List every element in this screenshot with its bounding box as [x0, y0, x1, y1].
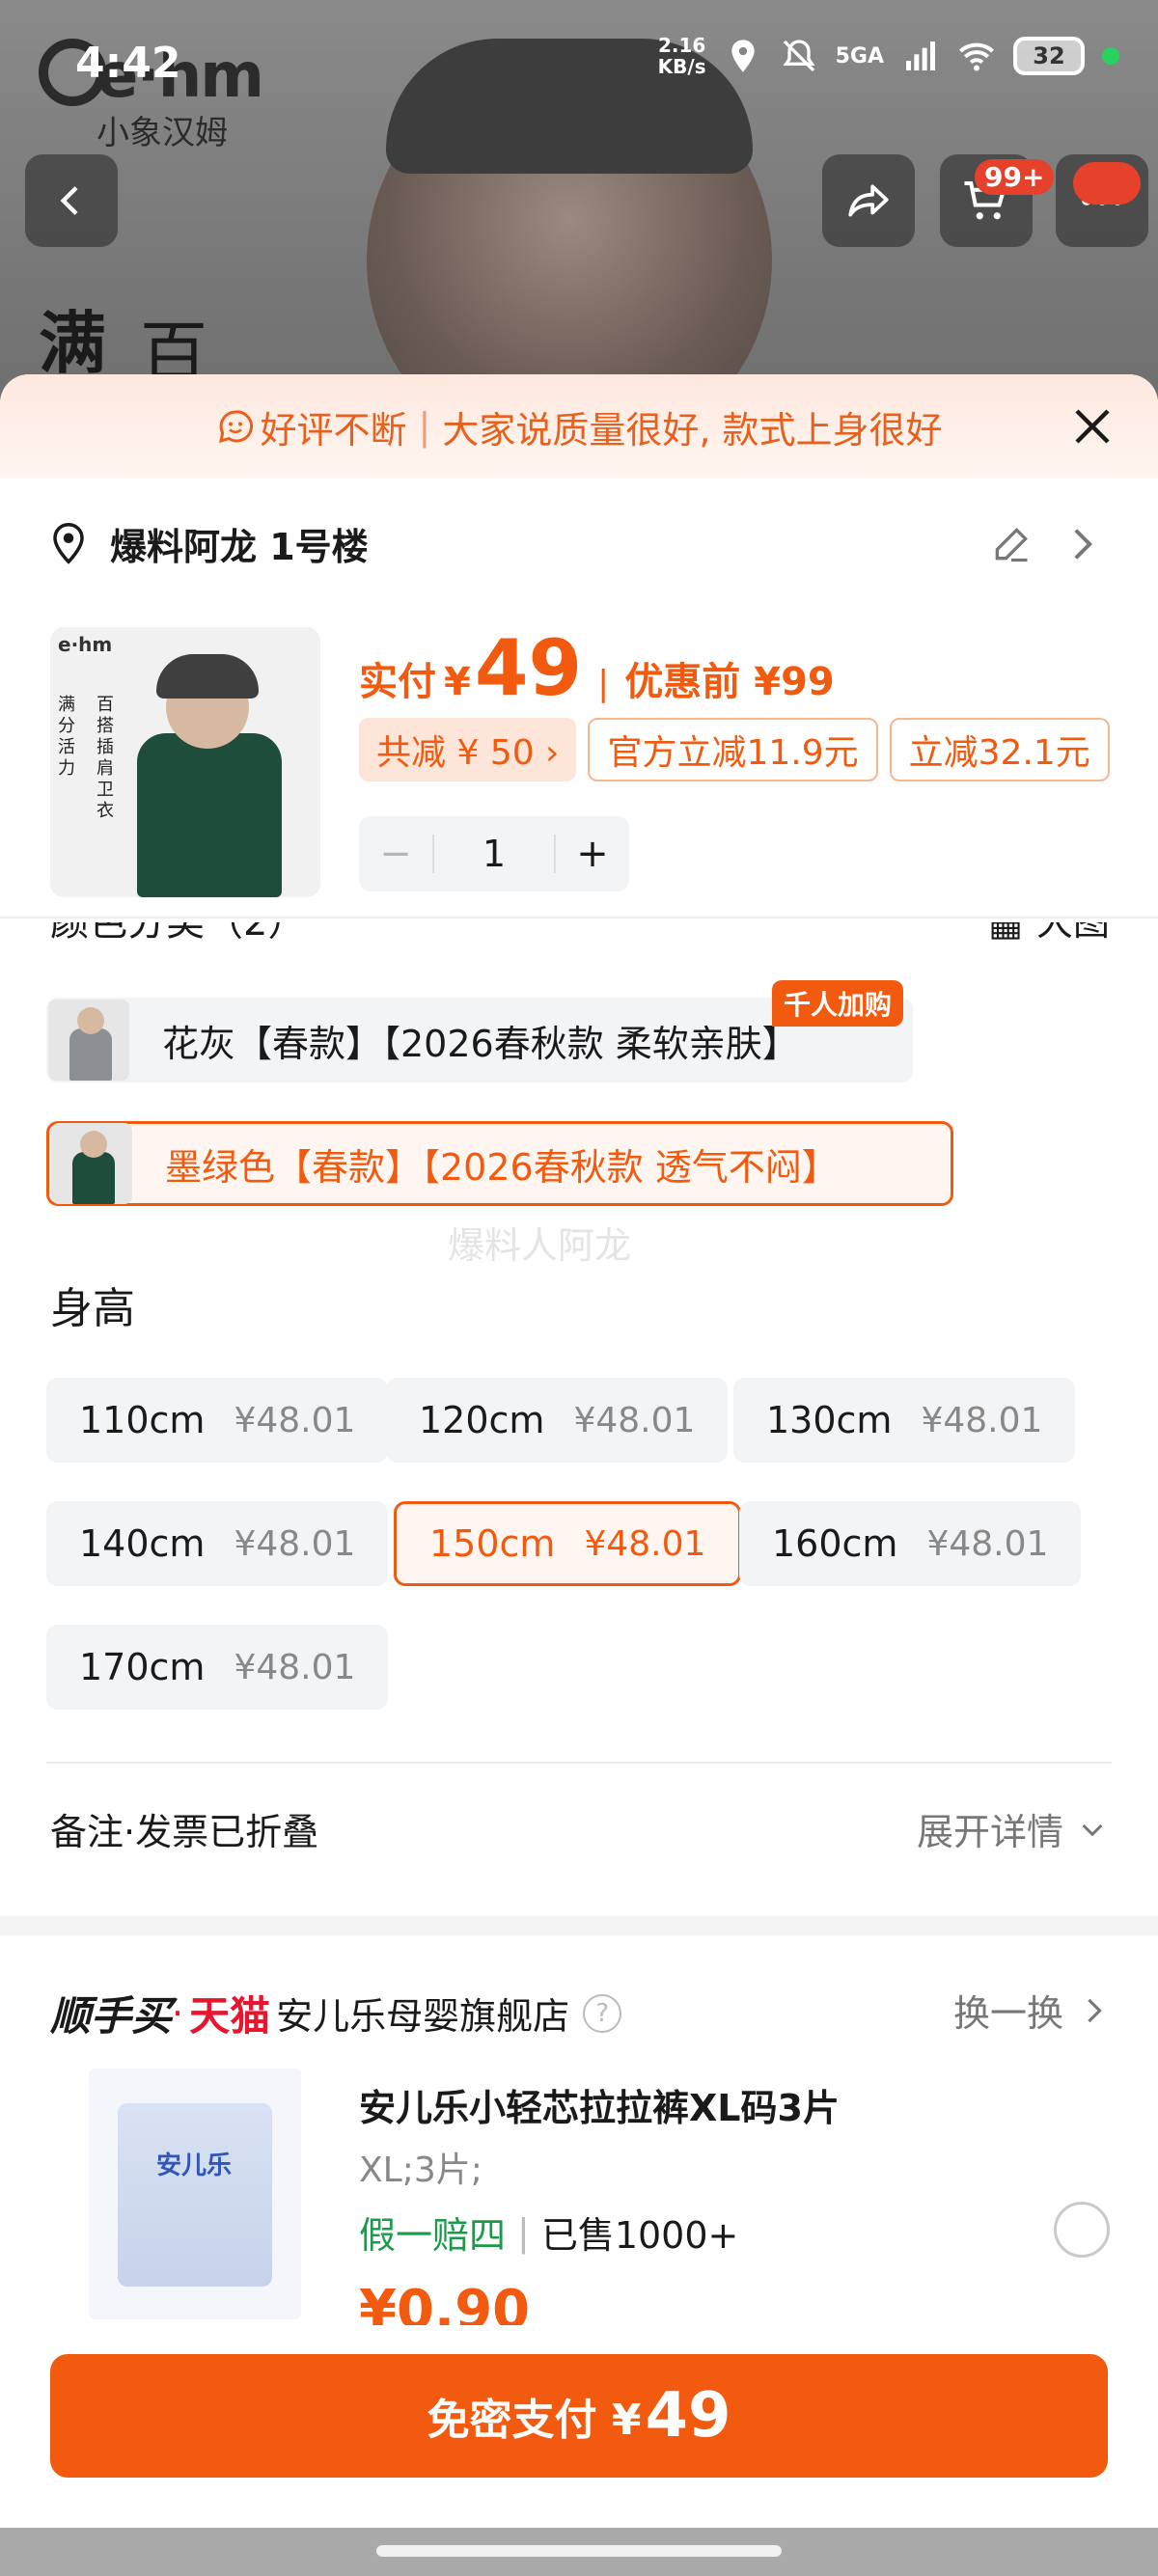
guarantee-tag: 假一赔四	[359, 2214, 507, 2257]
section-divider	[46, 1762, 1112, 1764]
message-badge	[1073, 162, 1141, 205]
sold-count: 已售1000+	[540, 2214, 739, 2257]
chevron-down-icon	[1082, 1823, 1103, 1836]
swap-label: 换一换	[952, 1992, 1063, 2035]
wifi-icon	[959, 42, 994, 71]
signal-label: 5GA	[835, 43, 884, 69]
thumb-logo: e·hm	[58, 633, 113, 656]
discount-instant-chip: 立减32.1元	[889, 718, 1110, 781]
add-on-product-name[interactable]: 安儿乐小轻芯拉拉裤XL码3片	[359, 2078, 840, 2131]
memo-label: 备注·发票已折叠	[50, 1811, 319, 1853]
quantity-value[interactable]: 1	[432, 835, 556, 873]
quantity-stepper: − 1 +	[359, 816, 629, 891]
big-image-toggle[interactable]: ▦ 大图	[988, 922, 1110, 942]
status-bar: 4:42 2.16 KB/s 5GA 32	[0, 0, 1158, 135]
color-thumb	[51, 1123, 132, 1204]
home-indicator[interactable]	[376, 2545, 782, 2557]
net-speed: 2.16 KB/s	[657, 34, 706, 78]
decrease-button[interactable]: −	[359, 832, 432, 876]
pay-button[interactable]: 免密支付 ¥ 49	[50, 2354, 1108, 2478]
cart-badge: 99+	[975, 159, 1055, 195]
discount-chips: 共减 ¥ 50 › 官方立减11.9元 立减32.1元	[359, 718, 1110, 781]
brand-dot: ·	[172, 1991, 184, 2035]
height-option-140[interactable]: 140cm ¥48.01	[46, 1501, 389, 1586]
banner-left-text: 好评不断	[260, 408, 407, 452]
price-row: 实付 ¥ 49 | 优惠前 ¥99	[359, 623, 835, 713]
pay-amount: 49	[645, 2380, 731, 2452]
tmall-label: 天猫	[189, 1992, 271, 2040]
edit-icon[interactable]	[990, 523, 1033, 565]
thumb-tag-2: 满分活力	[58, 695, 75, 779]
height-option-110[interactable]: 110cm ¥48.01	[46, 1378, 389, 1463]
banner-right-text: 大家说质量很好, 款式上身很好	[442, 408, 943, 452]
share-icon	[848, 184, 889, 217]
shop-name[interactable]: 安儿乐母婴旗舰店	[276, 1987, 569, 2040]
height-option-120[interactable]: 120cm ¥48.01	[386, 1378, 729, 1463]
add-on-product-price: ¥0.90	[359, 2279, 531, 2325]
hot-badge: 千人加购	[772, 980, 904, 1027]
color-section-title: 颜色分类（2）	[50, 922, 306, 942]
expand-details-button[interactable]: 展开详情	[917, 1802, 1108, 1855]
banner-separator: |	[418, 405, 431, 448]
back-button[interactable]	[25, 154, 118, 247]
price-label: 实付	[359, 660, 436, 704]
battery-indicator: 32	[1013, 37, 1085, 75]
pack-label: 安儿乐	[156, 2151, 233, 2180]
status-time: 4:42	[75, 39, 181, 88]
height-option-150[interactable]: 150cm ¥48.01	[394, 1501, 742, 1586]
tag-separator: |	[517, 2210, 530, 2254]
add-on-product-tags: 假一赔四 | 已售1000+	[359, 2206, 738, 2259]
color-option-green[interactable]: 墨绿色【春款】【2026春秋款 透气不闷】	[46, 1121, 953, 1206]
increase-button[interactable]: +	[556, 832, 629, 876]
height-option-130[interactable]: 130cm ¥48.01	[733, 1378, 1076, 1463]
mute-icon	[783, 40, 815, 72]
original-price: 优惠前 ¥99	[624, 660, 835, 704]
color-option-label: 花灰【春款】【2026春秋款 柔软亲肤】	[162, 1022, 799, 1065]
height-option-170[interactable]: 170cm ¥48.01	[46, 1625, 389, 1710]
address-row[interactable]: 爆料阿龙 1号楼	[48, 509, 1110, 577]
thumb-tag-1: 百搭插肩卫衣	[96, 695, 114, 821]
smile-chat-icon	[218, 410, 253, 444]
price-amount: 49	[474, 623, 583, 713]
chevron-right-icon	[1088, 1998, 1102, 2022]
add-on-product-spec: XL;3片;	[359, 2151, 482, 2190]
section-gap	[0, 1916, 1158, 1935]
swap-button[interactable]: 换一换	[953, 1984, 1108, 2037]
color-option-label: 墨绿色【春款】【2026春秋款 透气不闷】	[165, 1145, 839, 1189]
watermark: 爆料人阿龙	[448, 1224, 632, 1267]
status-dot	[1102, 47, 1119, 65]
close-icon[interactable]	[1069, 403, 1116, 450]
discount-total-chip[interactable]: 共减 ¥ 50 ›	[359, 718, 577, 781]
expand-label: 展开详情	[916, 1811, 1063, 1853]
address-text: 爆料阿龙 1号楼	[110, 525, 369, 568]
price-currency: ¥	[444, 660, 471, 704]
big-image-label: 大图	[1036, 922, 1110, 942]
price-separator: |	[597, 664, 610, 703]
height-section-title: 身高	[50, 1284, 135, 1333]
grid-icon: ▦	[988, 922, 1023, 942]
product-thumbnail[interactable]: e·hm 百搭插肩卫衣 满分活力	[50, 627, 320, 897]
color-thumb	[48, 1000, 129, 1081]
height-option-160[interactable]: 160cm ¥48.01	[739, 1501, 1082, 1586]
add-on-select-radio[interactable]	[1054, 2202, 1110, 2258]
signal-bars-icon	[906, 41, 935, 70]
pay-label: 免密支付 ¥	[427, 2396, 642, 2445]
review-banner: 好评不断 | 大家说质量很好, 款式上身很好	[0, 374, 1158, 479]
header-divider	[0, 917, 1158, 918]
help-icon[interactable]: ?	[583, 1993, 622, 2033]
share-button[interactable]	[822, 154, 915, 247]
add-on-brand: 顺手买	[50, 1992, 173, 2040]
location-pin-icon	[53, 522, 84, 564]
discount-official-chip: 官方立减11.9元	[588, 718, 878, 781]
chevron-left-icon	[60, 186, 78, 215]
bg-title-fragment: 满	[39, 304, 106, 383]
location-icon	[731, 40, 755, 72]
sku-sheet: 好评不断 | 大家说质量很好, 款式上身很好 爆料阿龙 1号楼 e·hm 百搭插…	[0, 374, 1158, 2576]
chevron-right-icon[interactable]	[1065, 523, 1100, 565]
add-on-product-image[interactable]: 安儿乐	[89, 2069, 301, 2319]
